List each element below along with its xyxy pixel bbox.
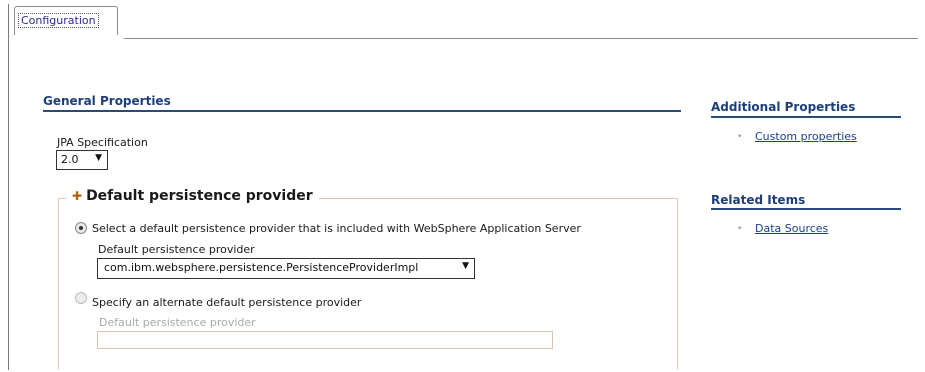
radio-default-provider[interactable] bbox=[75, 222, 87, 234]
chevron-down-icon: ▼ bbox=[95, 153, 102, 163]
data-sources-link[interactable]: Data Sources bbox=[755, 222, 828, 235]
custom-properties-link[interactable]: Custom properties bbox=[755, 130, 857, 143]
persistence-provider-legend-label: Default persistence provider bbox=[86, 188, 313, 204]
radio-alternate-provider[interactable] bbox=[75, 292, 87, 304]
jpa-spec-select[interactable]: 2.0 ▼ bbox=[56, 150, 108, 170]
additional-properties-heading: Additional Properties bbox=[711, 100, 856, 114]
alternate-provider-field-label: Default persistence provider bbox=[99, 316, 256, 329]
bullet-icon: • bbox=[737, 132, 743, 142]
radio-default-provider-label[interactable]: Select a default persistence provider th… bbox=[92, 222, 581, 235]
jpa-spec-label: JPA Specification bbox=[57, 136, 148, 149]
jpa-spec-value: 2.0 bbox=[61, 153, 79, 166]
general-properties-rule bbox=[43, 110, 681, 112]
related-items-rule bbox=[711, 208, 901, 210]
expand-plus-icon[interactable]: ✚ bbox=[72, 189, 82, 203]
related-items-heading: Related Items bbox=[711, 193, 806, 207]
default-provider-select[interactable]: com.ibm.websphere.persistence.Persistenc… bbox=[97, 258, 475, 279]
default-provider-field-label: Default persistence provider bbox=[98, 243, 255, 256]
chevron-down-icon: ▼ bbox=[462, 261, 469, 271]
tab-bar: Configuration bbox=[8, 4, 918, 39]
tab-divider bbox=[124, 38, 918, 39]
additional-properties-rule bbox=[711, 116, 901, 118]
general-properties-heading: General Properties bbox=[43, 94, 171, 108]
radio-alternate-provider-label[interactable]: Specify an alternate default persistence… bbox=[92, 296, 361, 309]
default-provider-value: com.ibm.websphere.persistence.Persistenc… bbox=[104, 261, 419, 274]
persistence-provider-legend[interactable]: ✚ Default persistence provider bbox=[66, 188, 319, 204]
tab-configuration-label: Configuration bbox=[18, 13, 99, 28]
bullet-icon: • bbox=[737, 224, 743, 234]
tab-configuration[interactable]: Configuration bbox=[14, 6, 118, 35]
alternate-provider-input[interactable] bbox=[97, 331, 553, 349]
